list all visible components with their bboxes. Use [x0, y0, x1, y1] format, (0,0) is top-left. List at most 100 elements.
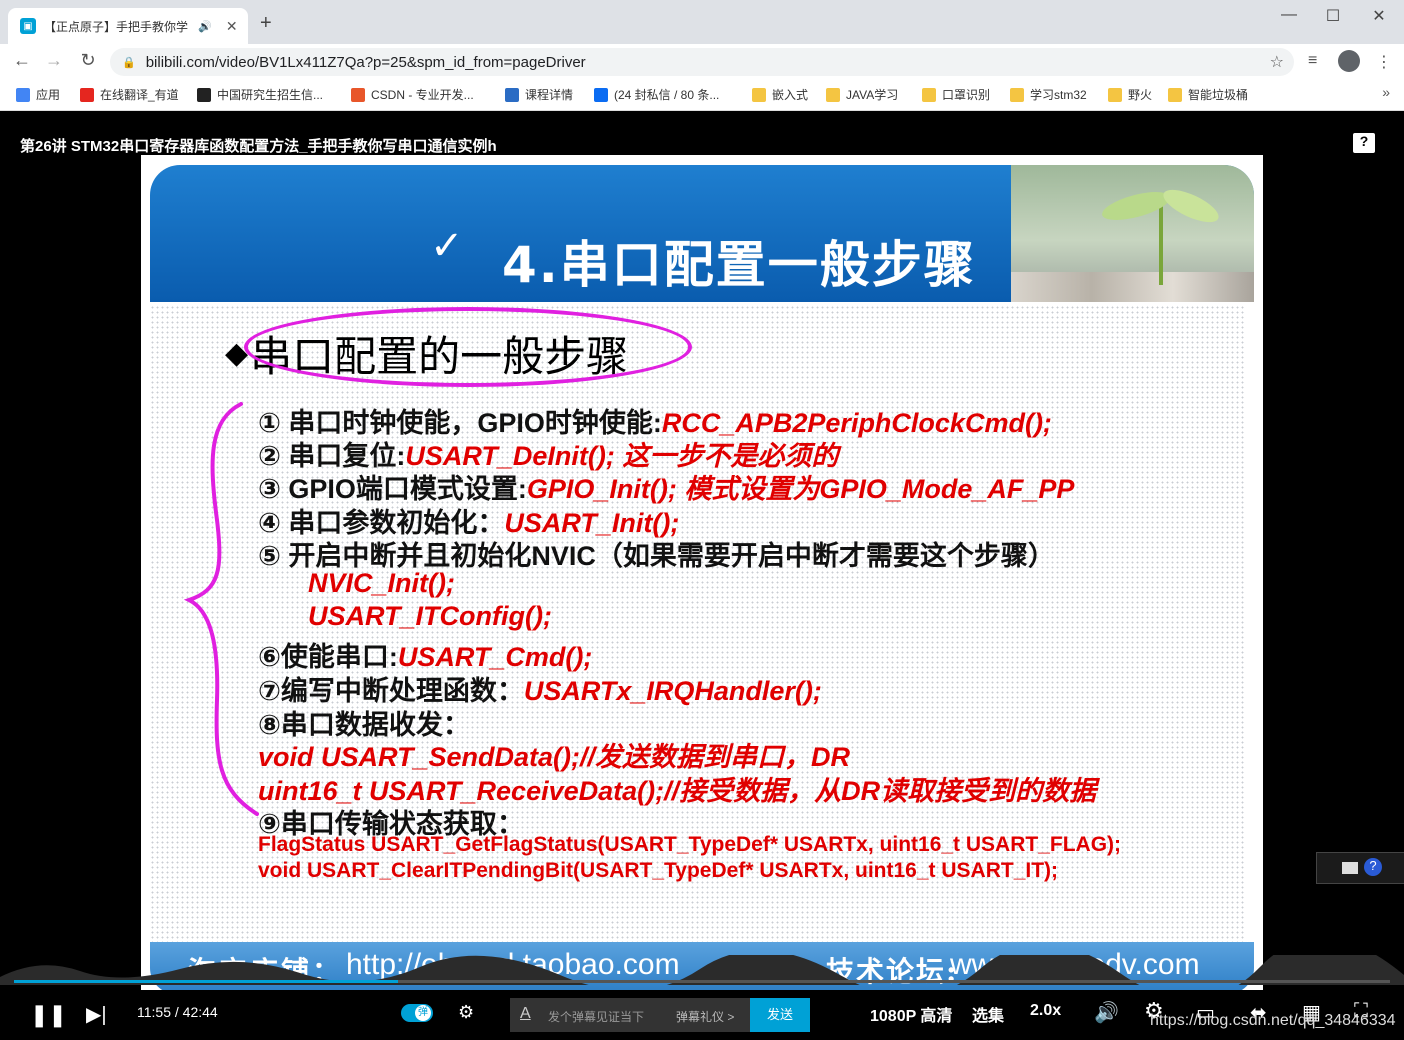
bookmark-item[interactable]: 在线翻译_有道 — [80, 86, 179, 103]
bookmark-item[interactable]: 应用 — [16, 86, 60, 103]
bookmarks-more-icon[interactable]: » — [1382, 84, 1390, 100]
video-title: 第26讲 STM32串口寄存器库函数配置方法_手把手教你写串口通信实例h — [20, 138, 497, 155]
bookmark-label: 野火 — [1128, 88, 1153, 102]
help-circle-icon[interactable]: ? — [1364, 858, 1382, 876]
menu-icon[interactable]: ⋮ — [1376, 52, 1392, 72]
browser-tab[interactable]: ▣ 【正点原子】手把手教你学 🔊 ✕ — [8, 8, 248, 44]
time-display: 11:55 / 42:44 — [137, 1004, 218, 1020]
danmu-toggle[interactable]: 弹 — [401, 1004, 433, 1022]
tab-strip: ▣ 【正点原子】手把手教你学 🔊 ✕ + — ☐ ✕ — [0, 0, 1404, 44]
bookmark-icon — [752, 87, 766, 102]
profile-avatar[interactable] — [1338, 50, 1360, 72]
step-code: USART_ITConfig(); — [308, 601, 552, 631]
sprout-stem — [1159, 205, 1163, 285]
back-icon[interactable]: ← — [10, 50, 34, 71]
close-window-icon[interactable]: ✕ — [1364, 6, 1394, 26]
bookmark-item[interactable]: 课程详情 — [505, 86, 573, 103]
bookmark-label: 智能垃圾桶 — [1188, 88, 1249, 102]
step-line: NVIC_Init(); — [308, 568, 455, 599]
bookmark-label: (24 封私信 / 80 条... — [614, 88, 720, 102]
time-separator: / — [174, 1004, 179, 1020]
bookmark-item[interactable]: 学习stm32 — [1010, 86, 1087, 103]
keyboard-icon[interactable] — [1342, 862, 1358, 874]
pebbles-image — [1011, 272, 1254, 302]
maximize-icon[interactable]: ☐ — [1318, 6, 1348, 26]
bookmark-icon — [80, 87, 94, 102]
danmu-input[interactable]: 发个弹幕见证当下 — [548, 1008, 644, 1025]
bookmark-label: CSDN - 专业开发... — [371, 88, 474, 102]
episodes-button[interactable]: 选集 — [972, 1002, 1004, 1026]
slide-frame: ✓ 4.串口配置一般步骤 ◆ 串口配置的一般步骤 ① 串口时钟使能，GPIO时钟… — [141, 155, 1263, 997]
progress-fill — [14, 980, 398, 983]
bookmark-item[interactable]: 智能垃圾桶 — [1168, 86, 1248, 103]
bookmark-item[interactable]: 中国研究生招生信... — [197, 86, 323, 103]
bookmark-icon — [505, 87, 519, 102]
bookmark-icon — [922, 87, 936, 102]
quality-selector[interactable]: 1080P 高清 — [870, 1002, 952, 1026]
tab-close-icon[interactable]: ✕ — [224, 18, 240, 35]
step-text: ⑥使能串口: — [258, 642, 398, 672]
tab-title: 【正点原子】手把手教你学 — [44, 19, 189, 34]
csdn-watermark: https://blog.csdn.net/qq_34846334 — [1150, 1012, 1396, 1029]
next-icon[interactable]: ▶| — [86, 1002, 107, 1027]
browser-toolbar: ← → ↻ 🔒 bilibili.com/video/BV1Lx411Z7Qa?… — [0, 44, 1404, 80]
volume-icon[interactable]: 🔊 — [1094, 1000, 1119, 1025]
bookmark-item[interactable]: (24 封私信 / 80 条... — [594, 86, 719, 103]
step-code: USART_Cmd(); — [397, 642, 593, 672]
minimize-icon[interactable]: — — [1274, 6, 1304, 24]
slide-banner: ✓ 4.串口配置一般步骤 — [150, 165, 1254, 302]
bookmark-icon — [197, 87, 211, 102]
annotation-circle — [244, 307, 692, 387]
sprout-photo — [1011, 165, 1254, 302]
step-text: ③ GPIO端口模式设置: — [258, 474, 527, 504]
help-icon[interactable]: ? — [1353, 133, 1375, 153]
step-code: void USART_SendData();//发送数据到串口，DR — [258, 742, 851, 772]
checkmark-icon: ✓ — [430, 224, 464, 268]
bookmark-item[interactable]: 嵌入式 — [752, 86, 808, 103]
bookmark-icon — [1108, 87, 1122, 102]
bookmark-label: 中国研究生招生信... — [217, 88, 324, 102]
sprout-leaf — [1159, 183, 1223, 229]
new-tab-button[interactable]: + — [260, 12, 272, 35]
bookmark-item[interactable]: 野火 — [1108, 86, 1152, 103]
bookmark-icon — [1168, 87, 1182, 102]
send-button[interactable]: 发送 — [750, 998, 810, 1032]
speed-selector[interactable]: 2.0x — [1030, 1002, 1061, 1020]
bookmark-label: 课程详情 — [525, 88, 574, 102]
pause-icon[interactable]: ❚❚ — [30, 1002, 67, 1028]
danmu-settings-icon[interactable]: ⚙ — [458, 1002, 474, 1023]
step-code: USART­x_IRQHandler(); — [523, 676, 822, 706]
bookmark-icon — [351, 87, 365, 102]
bookmark-item[interactable]: JAVA学习 — [826, 86, 898, 103]
reload-icon[interactable]: ↻ — [76, 50, 100, 71]
bookmark-star-icon[interactable]: ☆ — [1270, 52, 1284, 72]
bookmark-label: 学习stm32 — [1030, 88, 1087, 102]
duration: 42:44 — [182, 1004, 218, 1020]
side-widget[interactable]: ? — [1316, 852, 1404, 884]
danmu-knob: 弹 — [415, 1005, 431, 1021]
bookmark-label: 在线翻译_有道 — [100, 88, 179, 102]
danmu-etiquette-link[interactable]: 弹幕礼仪 > — [676, 1008, 734, 1025]
step-code: GPIO_Init(); 模式设置为GPIO_Mode_AF_PP — [526, 474, 1075, 504]
danmu-input-box[interactable]: A 发个弹幕见证当下 弹幕礼仪 > — [510, 998, 750, 1032]
code-line-getflagstatus: FlagStatus USART_GetFlagStatus(USART_Typ… — [258, 833, 1122, 856]
step-text: ⑤ 开启中断并且初始化NVIC（如果需要开启中断才需要这个步骤） — [258, 541, 1055, 571]
audio-playing-icon[interactable]: 🔊 — [198, 20, 212, 33]
bookmark-item[interactable]: 口罩识别 — [922, 86, 990, 103]
bookmark-icon — [826, 87, 840, 102]
step-text: ⑦编写中断处理函数： — [258, 676, 524, 706]
danmu-style-icon[interactable]: A — [520, 1005, 531, 1023]
bookmark-item[interactable]: CSDN - 专业开发... — [351, 86, 474, 103]
bookmark-label: 嵌入式 — [772, 88, 809, 102]
bilibili-favicon-icon: ▣ — [20, 18, 36, 34]
code-line-clearitpending: void USART_ClearITPendingBit(USART_TypeD… — [258, 859, 1059, 882]
current-time: 11:55 — [137, 1004, 171, 1020]
bookmark-icon — [16, 87, 30, 102]
media-control-icon[interactable]: ≡ — [1308, 52, 1317, 70]
bookmark-icon — [594, 87, 608, 102]
step-code: NVIC_Init(); — [308, 568, 455, 598]
address-bar[interactable]: 🔒 bilibili.com/video/BV1Lx411Z7Qa?p=25&s… — [110, 48, 1294, 76]
forward-icon[interactable]: → — [42, 50, 66, 71]
player-controls: ❚❚ ▶| 11:55 / 42:44 弹 ⚙ A 发个弹幕见证当下 弹幕礼仪 … — [0, 990, 1404, 1040]
url-text[interactable]: bilibili.com/video/BV1Lx411Z7Qa?p=25&spm… — [146, 54, 586, 71]
